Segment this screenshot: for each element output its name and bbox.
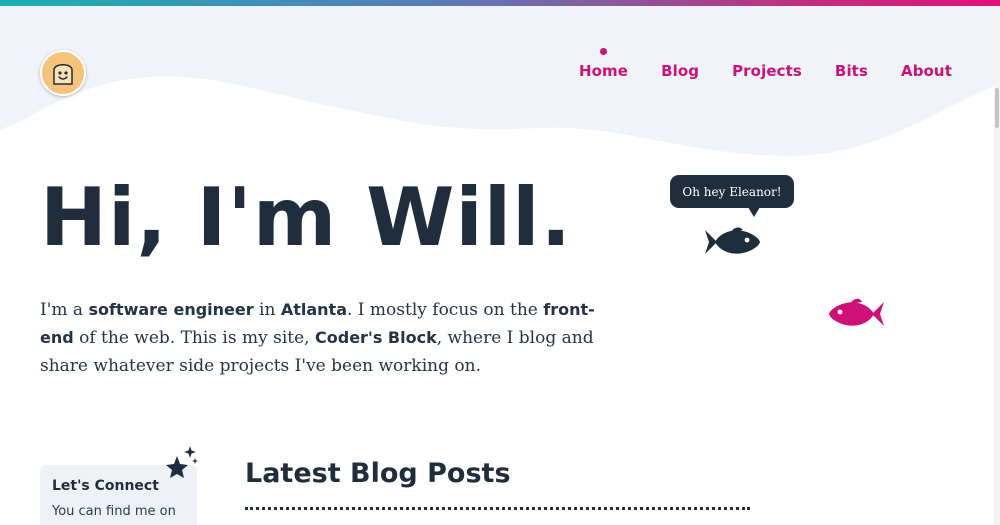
intro-bold-role: software engineer	[88, 300, 254, 319]
speech-bubble: Oh hey Eleanor!	[670, 175, 794, 217]
page-scrollbar[interactable]	[994, 6, 1000, 525]
site-logo[interactable]	[40, 50, 86, 96]
header-wave-background	[0, 6, 1000, 156]
toast-face-icon	[53, 64, 73, 85]
fish-icon[interactable]	[828, 297, 886, 331]
intro-text-4: of the web. This is my site,	[73, 328, 315, 348]
nav-projects[interactable]: Projects	[732, 62, 802, 80]
speech-bubble-text: Oh hey Eleanor!	[682, 184, 782, 199]
nav-bits[interactable]: Bits	[835, 62, 868, 80]
nav-projects-label: Projects	[732, 62, 802, 80]
intro-bold-site-name: Coder's Block	[315, 328, 437, 347]
scrollbar-thumb[interactable]	[995, 88, 999, 128]
latest-posts-heading: Latest Blog Posts	[245, 458, 511, 489]
intro-bold-city: Atlanta	[280, 300, 347, 319]
nav-blog[interactable]: Blog	[661, 62, 699, 80]
nav-bits-label: Bits	[834, 62, 868, 80]
intro-text-3: . I mostly focus on the	[347, 300, 544, 320]
connect-text: You can find me on	[52, 504, 176, 519]
intro-text-1: I'm a	[40, 300, 89, 320]
hero-title: Hi, I'm Will.	[40, 171, 572, 264]
nav-blog-label: Blog	[661, 62, 700, 80]
main-nav: Home Blog Projects Bits About	[579, 48, 952, 80]
nav-home[interactable]: Home	[579, 48, 629, 80]
fish-icon[interactable]	[703, 226, 761, 258]
active-indicator-dot	[600, 48, 608, 55]
dotted-divider	[245, 507, 750, 510]
nav-home-label: Home	[579, 62, 629, 80]
intro-paragraph: I'm a software engineer in Atlanta. I mo…	[40, 296, 600, 380]
nav-about-label: About	[900, 62, 952, 80]
nav-about[interactable]: About	[901, 62, 952, 80]
intro-text-2: in	[253, 300, 281, 320]
sparkle-stars-icon	[166, 446, 198, 478]
